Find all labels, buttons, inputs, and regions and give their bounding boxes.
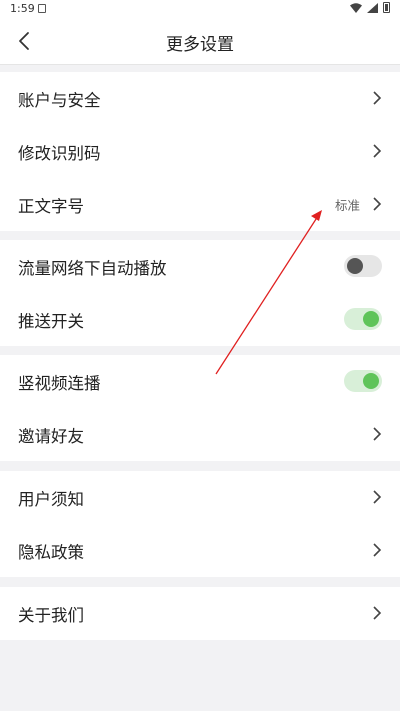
toggle-knob xyxy=(347,258,363,274)
row-invite-friends[interactable]: 邀请好友 xyxy=(0,408,400,461)
row-font-size[interactable]: 正文字号 标准 xyxy=(0,178,400,231)
row-label: 账户与安全 xyxy=(18,90,101,110)
chevron-right-icon xyxy=(373,490,382,504)
row-push-switch: 推送开关 xyxy=(0,293,400,346)
settings-group-account: 账户与安全 修改识别码 正文字号 标准 xyxy=(0,72,400,231)
row-user-notice[interactable]: 用户须知 xyxy=(0,471,400,524)
status-time: 1:59 xyxy=(10,2,35,15)
settings-group-video: 竖视频连播 邀请好友 xyxy=(0,355,400,461)
row-label: 正文字号 xyxy=(18,196,84,216)
chevron-right-icon xyxy=(373,543,382,557)
chevron-right-icon xyxy=(373,197,382,211)
font-size-value: 标准 xyxy=(334,198,360,213)
wifi-icon xyxy=(350,2,362,13)
row-label: 隐私政策 xyxy=(18,542,84,562)
row-privacy-policy[interactable]: 隐私政策 xyxy=(0,524,400,577)
chevron-right-icon xyxy=(373,144,382,158)
row-account-security[interactable]: 账户与安全 xyxy=(0,72,400,125)
row-label: 用户须知 xyxy=(18,489,84,509)
row-about-us[interactable]: 关于我们 xyxy=(0,587,400,640)
row-modify-id-code[interactable]: 修改识别码 xyxy=(0,125,400,178)
toggle-knob xyxy=(363,311,379,327)
sim-icon xyxy=(38,4,46,13)
continuous-play-toggle[interactable] xyxy=(344,370,382,392)
row-autoplay-mobile-data: 流量网络下自动播放 xyxy=(0,240,400,293)
row-vertical-video-continuous: 竖视频连播 xyxy=(0,355,400,408)
chevron-right-icon xyxy=(373,91,382,105)
row-label: 修改识别码 xyxy=(18,143,101,163)
status-bar: 1:59 xyxy=(0,0,400,18)
push-toggle[interactable] xyxy=(344,308,382,330)
row-label: 推送开关 xyxy=(18,311,84,331)
row-label: 流量网络下自动播放 xyxy=(18,258,167,278)
autoplay-toggle[interactable] xyxy=(344,255,382,277)
toggle-knob xyxy=(363,373,379,389)
chevron-right-icon xyxy=(373,606,382,620)
chevron-right-icon xyxy=(373,427,382,441)
settings-group-legal: 用户须知 隐私政策 xyxy=(0,471,400,577)
settings-group-playback: 流量网络下自动播放 推送开关 xyxy=(0,240,400,346)
page-title: 更多设置 xyxy=(166,35,234,55)
row-label: 竖视频连播 xyxy=(18,373,101,393)
row-label: 关于我们 xyxy=(18,605,84,625)
signal-icon xyxy=(367,2,378,13)
row-label: 邀请好友 xyxy=(18,426,84,446)
battery-icon xyxy=(383,2,390,13)
nav-bar: 更多设置 xyxy=(0,18,400,65)
settings-group-about: 关于我们 xyxy=(0,587,400,640)
